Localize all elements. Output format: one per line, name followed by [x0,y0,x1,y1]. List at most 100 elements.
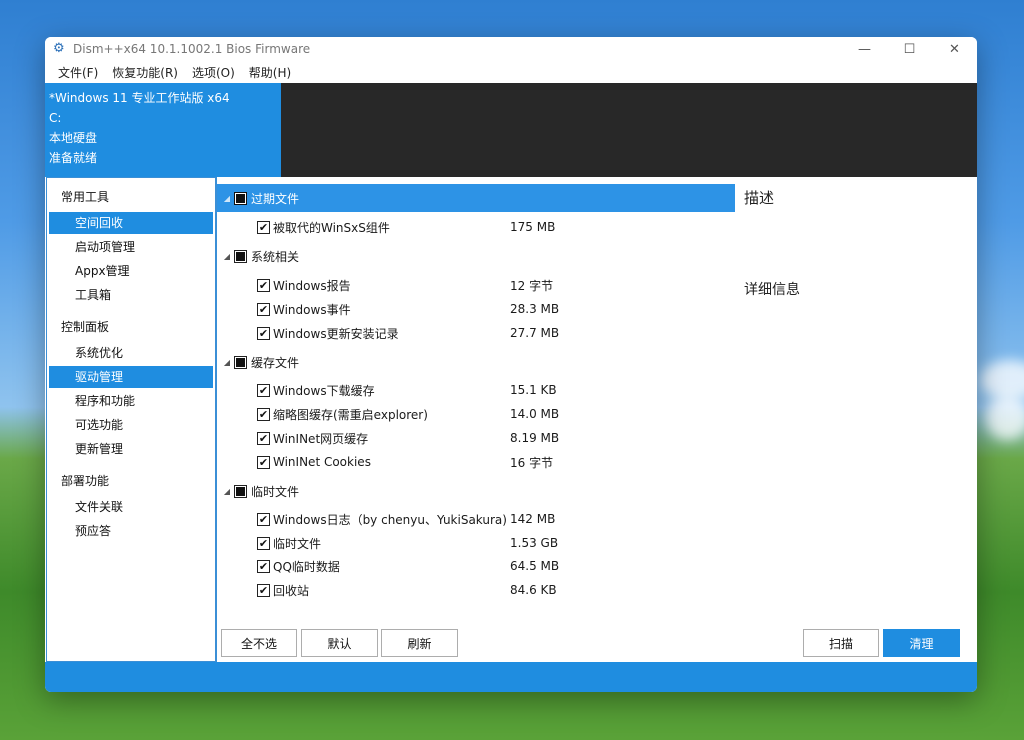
refresh-button[interactable]: 刷新 [381,629,458,657]
item-label: QQ临时数据 [273,559,340,574]
close-icon: ✕ [949,41,960,57]
menu-file[interactable]: 文件(F) [51,64,105,81]
item-size: 8.19 MB [510,431,560,445]
sidebar-item-system-optimize[interactable]: 系统优化 [49,342,213,364]
item-label: Windows更新安装记录 [273,326,399,341]
tree-category[interactable]: ◢ 临时文件 [217,477,735,505]
item-size: 14.0 MB [510,407,560,421]
tree-item[interactable]: ✔ 缩略图缓存(需重启explorer) 14.0 MB [257,403,737,425]
item-checkbox[interactable]: ✔ [257,407,270,421]
item-size: 16 字节 [510,455,554,470]
content-area: 常用工具 空间回收 启动项管理 Appx管理 工具箱 控制面板 系统优化 驱动管… [45,177,977,662]
item-size: 28.3 MB [510,302,560,316]
default-button[interactable]: 默认 [301,629,378,657]
tree-category[interactable]: ◢ 缓存文件 [217,348,735,376]
category-label: 临时文件 [251,484,300,499]
tree-item[interactable]: ✔ WinINet Cookies 16 字节 [257,451,737,473]
item-checkbox[interactable]: ✔ [257,559,270,573]
tree-item[interactable]: ✔ QQ临时数据 64.5 MB [257,555,737,577]
sidebar-header-deployment: 部署功能 [61,474,110,488]
sidebar-item-startup[interactable]: 启动项管理 [49,236,213,258]
background-cloud [980,360,1024,400]
item-size: 27.7 MB [510,326,560,340]
item-checkbox[interactable]: ✔ [257,383,270,397]
session-banner: *Windows 11 专业工作站版 x64 C: 本地硬盘 准备就绪 [45,83,977,177]
tree-item[interactable]: ✔ Windows日志（by chenyu、YukiSakura) 142 MB [257,508,737,530]
item-size: 15.1 KB [510,383,557,397]
sidebar-item-preanswer[interactable]: 预应答 [49,520,213,542]
dism-window: ⚙ Dism++x64 10.1.1002.1 Bios Firmware — … [45,37,977,692]
item-checkbox[interactable]: ✔ [257,302,270,316]
item-checkbox[interactable]: ✔ [257,536,270,550]
tree-item[interactable]: ✔ Windows报告 12 字节 [257,274,737,296]
item-label: Windows日志（by chenyu、YukiSakura) [273,512,507,527]
item-checkbox[interactable]: ✔ [257,583,270,597]
drive-letter: C: [49,111,62,125]
tree-category[interactable]: ◢ 过期文件 [217,184,735,212]
details-title: 详细信息 [744,282,800,298]
item-size: 64.5 MB [510,559,560,573]
sidebar-item-drivers[interactable]: 驱动管理 [49,366,213,388]
menu-help[interactable]: 帮助(H) [242,64,298,81]
menu-options[interactable]: 选项(O) [185,64,242,81]
sidebar-item-updates[interactable]: 更新管理 [49,438,213,460]
tree-category[interactable]: ◢ 系统相关 [217,242,735,270]
sidebar-item-optional-features[interactable]: 可选功能 [49,414,213,436]
deselect-all-button[interactable]: 全不选 [221,629,297,657]
minimize-button[interactable]: — [842,37,887,61]
tree-item[interactable]: ✔ 被取代的WinSxS组件 175 MB [257,216,737,238]
item-checkbox[interactable]: ✔ [257,220,270,234]
window-title: Dism++x64 10.1.1002.1 Bios Firmware [73,42,311,56]
session-list-area [281,83,977,177]
tree-item[interactable]: ✔ Windows事件 28.3 MB [257,298,737,320]
item-size: 12 字节 [510,278,554,293]
item-checkbox[interactable]: ✔ [257,512,270,526]
category-checkbox[interactable] [234,355,247,369]
sidebar-item-space-reclaim[interactable]: 空间回收 [49,212,213,234]
tree-item[interactable]: ✔ 临时文件 1.53 GB [257,532,737,554]
item-checkbox[interactable]: ✔ [257,326,270,340]
category-label: 过期文件 [251,191,300,206]
item-checkbox[interactable]: ✔ [257,455,270,469]
sidebar-header-control-panel: 控制面板 [61,320,110,334]
scan-button[interactable]: 扫描 [803,629,879,657]
close-button[interactable]: ✕ [932,37,977,61]
sidebar-item-file-association[interactable]: 文件关联 [49,496,213,518]
category-label: 系统相关 [251,249,300,264]
item-label: Windows报告 [273,278,351,293]
menu-recovery[interactable]: 恢复功能(R) [105,64,185,81]
disk-type: 本地硬盘 [49,131,98,145]
tree-item[interactable]: ✔ 回收站 84.6 KB [257,579,737,601]
item-label: 被取代的WinSxS组件 [273,220,390,235]
item-checkbox[interactable]: ✔ [257,278,270,292]
sidebar: 常用工具 空间回收 启动项管理 Appx管理 工具箱 控制面板 系统优化 驱动管… [46,177,216,662]
cleanup-panel: ◢ 过期文件 ✔ 被取代的WinSxS组件 175 MB ◢ 系统相关 ✔ Wi… [216,177,977,662]
sidebar-item-programs[interactable]: 程序和功能 [49,390,213,412]
category-checkbox[interactable] [234,191,247,205]
collapse-caret-icon[interactable]: ◢ [220,194,234,203]
category-label: 缓存文件 [251,355,300,370]
collapse-caret-icon[interactable]: ◢ [220,358,234,367]
sidebar-item-appx[interactable]: Appx管理 [49,260,213,282]
category-checkbox[interactable] [234,249,247,263]
collapse-caret-icon[interactable]: ◢ [220,487,234,496]
sidebar-item-toolbox[interactable]: 工具箱 [49,284,213,306]
clean-button[interactable]: 清理 [883,629,960,657]
tree-item[interactable]: ✔ Windows下载缓存 15.1 KB [257,379,737,401]
category-checkbox[interactable] [234,484,247,498]
item-label: 回收站 [273,583,310,598]
session-selector[interactable]: *Windows 11 专业工作站版 x64 C: 本地硬盘 准备就绪 [45,83,281,177]
item-size: 175 MB [510,220,556,234]
item-label: Windows下载缓存 [273,383,375,398]
tree-item[interactable]: ✔ Windows更新安装记录 27.7 MB [257,322,737,344]
item-size: 84.6 KB [510,583,557,597]
title-bar: ⚙ Dism++x64 10.1.1002.1 Bios Firmware — … [45,37,977,61]
cleanup-tree: ◢ 过期文件 ✔ 被取代的WinSxS组件 175 MB ◢ 系统相关 ✔ Wi… [217,177,737,617]
item-label: Windows事件 [273,302,351,317]
item-label: WinINet网页缓存 [273,431,369,446]
collapse-caret-icon[interactable]: ◢ [220,252,234,261]
gears-icon: ⚙ [53,41,65,56]
maximize-button[interactable]: ☐ [887,37,932,61]
tree-item[interactable]: ✔ WinINet网页缓存 8.19 MB [257,427,737,449]
item-checkbox[interactable]: ✔ [257,431,270,445]
